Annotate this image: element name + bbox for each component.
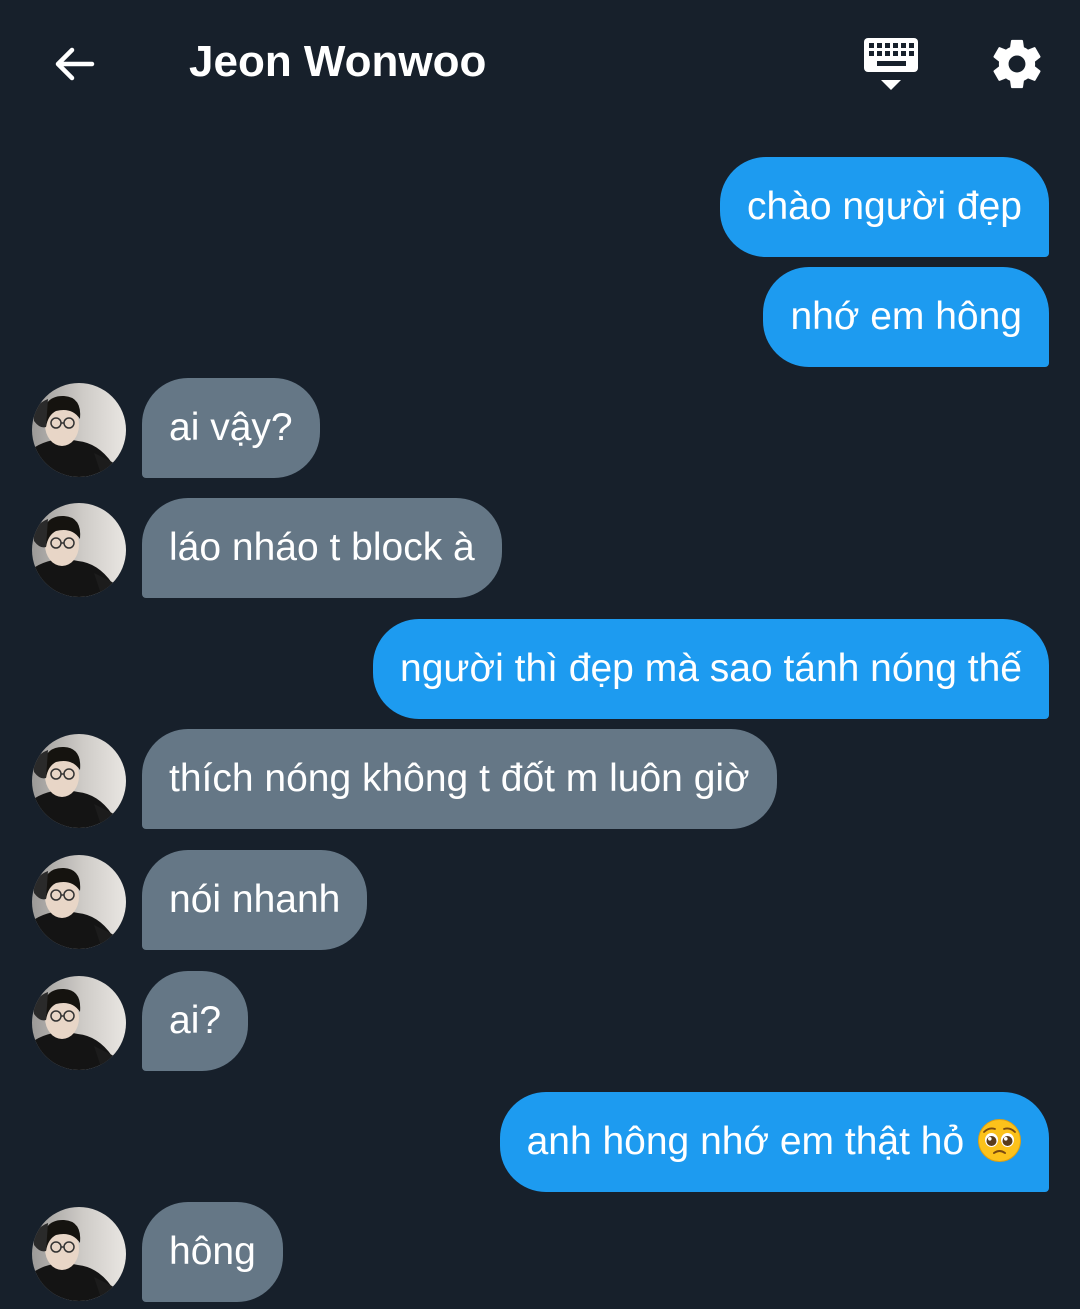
message-row: chào người đẹp [0,157,1080,257]
incoming-message-bubble[interactable]: ai? [142,971,249,1071]
keyboard-button[interactable] [858,34,924,96]
keyboard-icon [864,38,918,90]
message-text: ai vậy? [169,406,293,449]
settings-button[interactable] [988,35,1046,93]
message-text: ai? [169,999,222,1042]
arrow-left-icon [55,47,95,81]
message-text: hông [169,1230,256,1273]
message-text: chào người đẹp [746,185,1022,228]
message-text: thích nóng không t đốt m luôn giờ [169,757,750,800]
incoming-message-bubble[interactable]: láo nháo t block à [142,498,502,598]
avatar[interactable] [32,855,126,949]
message-row: anh hông nhớ em thật hỏ [0,1092,1080,1192]
message-text: nhớ em hông [790,295,1022,338]
avatar[interactable] [32,976,126,1070]
pleading-face-emoji-icon [978,1119,1021,1162]
conversation-title: Jeon Wonwoo [189,37,487,86]
incoming-message-bubble[interactable]: nói nhanh [142,850,368,950]
outgoing-message-bubble[interactable]: nhớ em hông [763,267,1049,367]
outgoing-message-bubble[interactable]: người thì đẹp mà sao tánh nóng thế [373,619,1049,719]
message-text: nói nhanh [169,878,341,921]
incoming-message-bubble[interactable]: thích nóng không t đốt m luôn giờ [142,729,777,829]
message-row: người thì đẹp mà sao tánh nóng thế [0,619,1080,719]
outgoing-message-bubble[interactable]: chào người đẹp [719,157,1049,257]
incoming-message-bubble[interactable]: ai vậy? [142,378,320,478]
message-text: láo nháo t block à [169,526,475,569]
message-row: nhớ em hông [0,267,1080,367]
message-text: người thì đẹp mà sao tánh nóng thế [400,647,1022,690]
chat-header: Jeon Wonwoo [0,0,1080,125]
message-row: thích nóng không t đốt m luôn giờ [0,729,1080,829]
message-row: hông [0,1202,1080,1302]
outgoing-message-bubble[interactable]: anh hông nhớ em thật hỏ [499,1092,1049,1192]
message-row: ai? [0,971,1080,1071]
gear-icon [993,39,1041,89]
avatar[interactable] [32,383,126,477]
avatar[interactable] [32,1207,126,1301]
message-text: anh hông nhớ em thật hỏ [526,1120,965,1163]
avatar[interactable] [32,503,126,597]
back-button[interactable] [46,36,102,92]
message-row: láo nháo t block à [0,498,1080,598]
avatar[interactable] [32,734,126,828]
incoming-message-bubble[interactable]: hông [142,1202,283,1302]
message-row: ai vậy? [0,378,1080,478]
message-row: nói nhanh [0,850,1080,950]
